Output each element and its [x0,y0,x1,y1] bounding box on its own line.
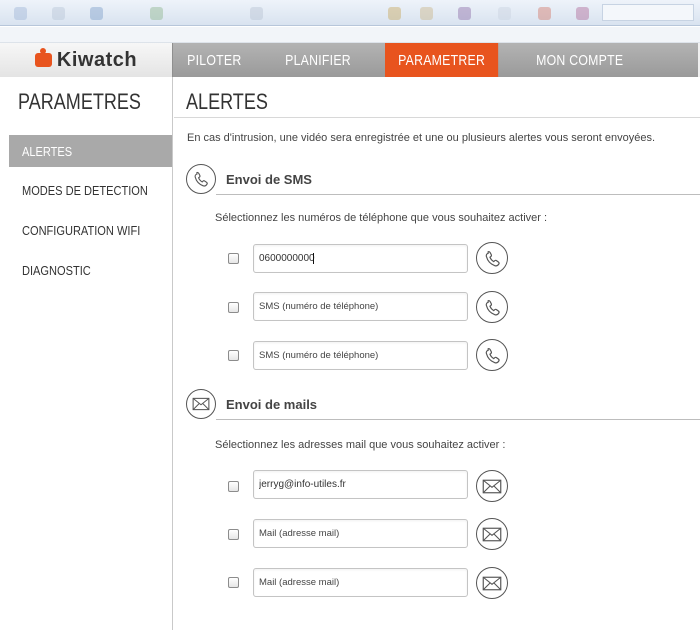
main-content: ALERTES En cas d'intrusion, une vidéo se… [174,77,700,630]
kiwatch-logo-icon [34,48,52,67]
tab-planifier[interactable]: PLANIFIER [272,43,364,77]
mail-instruction: Sélectionnez les adresses mail que vous … [215,439,506,451]
logo-text: Kiwatch [56,48,138,71]
tab-piloter[interactable]: PILOTER [174,43,255,77]
browser-toolbar-button[interactable] [150,6,167,20]
sms-section-header: Envoi de SMS [186,164,700,196]
mail-address-input-1[interactable] [253,470,468,499]
mail-checkbox-3[interactable] [228,577,239,588]
nav-tabs: PILOTER PLANIFIER PARAMETRER MON COMPTE [174,43,661,77]
browser-search-box[interactable] [602,4,694,21]
sidebar-item-label: ALERTES [22,143,73,159]
sidebar-item-label: MODES DE DETECTION [22,182,148,198]
sms-phone-input-3[interactable] [253,341,468,370]
sms-phone-input-1[interactable] [253,244,468,273]
mail-address-input-3[interactable] [253,568,468,597]
sidebar: PARAMETRES ALERTES MODES DE DETECTION CO… [0,77,173,630]
text-cursor [313,253,314,264]
sms-checkbox-1[interactable] [228,253,239,264]
sms-instruction: Sélectionnez les numéros de téléphone qu… [215,212,548,224]
phone-icon[interactable] [476,339,508,371]
phone-icon[interactable] [476,291,508,323]
browser-toolbar-button[interactable] [498,6,515,20]
envelope-icon[interactable] [476,470,508,502]
browser-toolbar-button[interactable] [420,6,437,20]
mail-checkbox-2[interactable] [228,529,239,540]
page-title: ALERTES [186,89,268,114]
sms-section-label: Envoi de SMS [226,172,312,187]
sidebar-item-label: CONFIGURATION WIFI [22,222,141,238]
sidebar-item-diagnostic[interactable]: DIAGNOSTIC [9,254,172,286]
browser-toolbar-button[interactable] [576,6,593,20]
browser-bookmarks-bar [0,27,700,43]
sidebar-title: PARAMETRES [18,89,141,114]
phone-icon[interactable] [476,242,508,274]
mail-section-header: Envoi de mails [186,389,700,421]
intro-text: En cas d'intrusion, une vidéo sera enreg… [187,132,656,144]
title-divider [174,117,700,118]
mail-section-divider [216,419,700,420]
browser-toolbar-button[interactable] [90,6,107,20]
mail-checkbox-1[interactable] [228,481,239,492]
browser-toolbar [0,0,700,26]
mail-address-input-2[interactable] [253,519,468,548]
mail-section-label: Envoi de mails [226,397,318,412]
sms-checkbox-2[interactable] [228,302,239,313]
sidebar-item-label: DIAGNOSTIC [22,262,91,278]
envelope-icon [186,389,216,419]
sidebar-item-configuration-wifi[interactable]: CONFIGURATION WIFI [9,214,172,246]
sidebar-item-alertes[interactable]: ALERTES [9,135,172,167]
sms-section-divider [216,194,700,195]
phone-icon [186,164,216,194]
top-nav: Kiwatch PILOTER PLANIFIER PARAMETRER MON… [0,43,700,77]
browser-refresh-icon[interactable] [52,6,69,20]
browser-toolbar-button[interactable] [388,6,405,20]
sidebar-item-modes-de-detection[interactable]: MODES DE DETECTION [9,174,172,206]
sms-phone-input-2[interactable] [253,292,468,321]
envelope-icon[interactable] [476,518,508,550]
browser-back-icon[interactable] [14,6,31,20]
browser-toolbar-button[interactable] [458,6,475,20]
logo[interactable]: Kiwatch [0,43,173,77]
tab-mon-compte[interactable]: MON COMPTE [523,43,636,77]
tab-parametrer[interactable]: PARAMETRER [384,43,498,77]
envelope-icon[interactable] [476,567,508,599]
browser-toolbar-button[interactable] [250,6,267,20]
browser-toolbar-button[interactable] [538,6,555,20]
sms-checkbox-3[interactable] [228,350,239,361]
